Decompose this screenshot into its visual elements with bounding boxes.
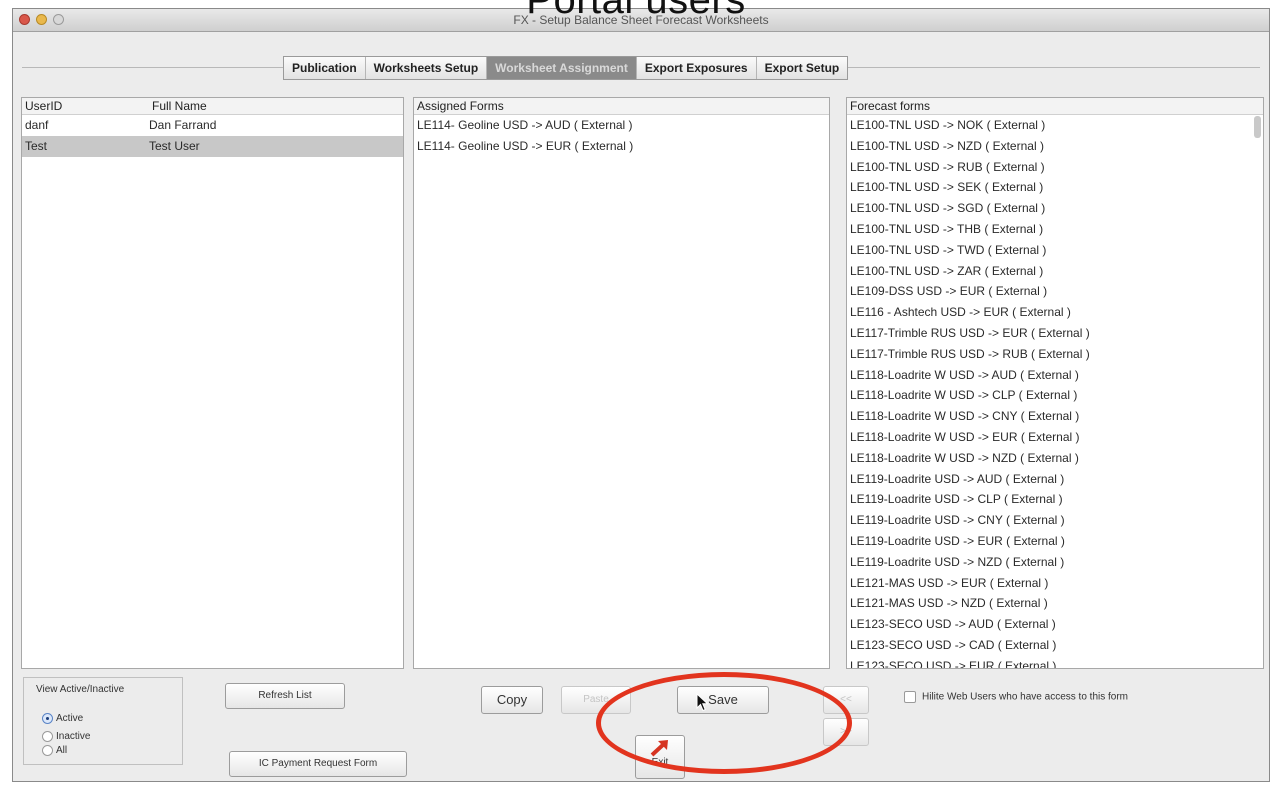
forecast-form-row[interactable]: LE100-TNL USD -> RUB ( External ) xyxy=(847,157,1263,178)
forecast-form-row[interactable]: LE118-Loadrite W USD -> NZD ( External ) xyxy=(847,448,1263,469)
radio-inactive[interactable]: Inactive xyxy=(42,730,90,744)
userid-column-header[interactable]: UserID xyxy=(22,98,152,114)
refresh-list-button[interactable]: Refresh List xyxy=(225,683,345,709)
radio-all[interactable]: All xyxy=(42,744,67,758)
app-window: FX - Setup Balance Sheet Forecast Worksh… xyxy=(12,8,1270,782)
tab-worksheet-assignment[interactable]: Worksheet Assignment xyxy=(487,57,637,79)
assigned-form-row[interactable]: LE114- Geoline USD -> EUR ( External ) xyxy=(414,136,829,157)
forecast-form-row[interactable]: LE118-Loadrite W USD -> AUD ( External ) xyxy=(847,365,1263,386)
forecast-form-row[interactable]: LE117-Trimble RUS USD -> EUR ( External … xyxy=(847,323,1263,344)
user-id-cell: Test xyxy=(25,138,48,153)
move-left-button[interactable]: << xyxy=(823,686,869,714)
user-row-danf[interactable]: danf Dan Farrand xyxy=(22,115,403,136)
forecast-form-row[interactable]: LE100-TNL USD -> NZD ( External ) xyxy=(847,136,1263,157)
assigned-forms-list: Assigned Forms LE114- Geoline USD -> AUD… xyxy=(413,97,830,669)
save-button[interactable]: Save xyxy=(677,686,769,714)
exit-arrow-icon xyxy=(650,740,668,757)
forecast-form-row[interactable]: LE121-MAS USD -> NZD ( External ) xyxy=(847,593,1263,614)
forecast-form-row[interactable]: LE100-TNL USD -> TWD ( External ) xyxy=(847,240,1263,261)
users-list-header: UserID Full Name xyxy=(22,98,403,115)
radio-inactive-indicator[interactable] xyxy=(42,730,53,742)
forecast-form-row[interactable]: LE119-Loadrite USD -> CLP ( External ) xyxy=(847,489,1263,510)
forecast-form-row[interactable]: LE109-DSS USD -> EUR ( External ) xyxy=(847,281,1263,302)
bottom-controls: View Active/Inactive Active Inactive All… xyxy=(13,669,1269,783)
paste-button[interactable]: Paste xyxy=(561,686,631,714)
forecast-form-row[interactable]: LE123-SECO USD -> AUD ( External ) xyxy=(847,614,1263,635)
move-right-button[interactable]: >> xyxy=(823,718,869,746)
tab-publication[interactable]: Publication xyxy=(284,57,366,79)
tab-worksheets-setup[interactable]: Worksheets Setup xyxy=(366,57,488,79)
hilite-checkbox-label: Hilite Web Users who have access to this… xyxy=(922,691,1129,703)
user-id-cell: danf xyxy=(25,118,49,132)
radio-active-indicator[interactable] xyxy=(42,712,53,724)
hilite-checkbox-box[interactable] xyxy=(904,691,916,703)
users-list: UserID Full Name danf Dan Farrand Test Test… xyxy=(21,97,404,669)
view-active-inactive-group: View Active/Inactive Active Inactive All xyxy=(23,677,183,765)
forecast-form-row[interactable]: LE100-TNL USD -> ZAR ( External ) xyxy=(847,261,1263,282)
forecast-form-row[interactable]: LE117-Trimble RUS USD -> RUB ( External … xyxy=(847,344,1263,365)
forecast-form-row[interactable]: LE123-SECO USD -> EUR ( External ) xyxy=(847,656,1263,668)
copy-button[interactable]: Copy xyxy=(481,686,543,714)
forecast-form-row[interactable]: LE100-TNL USD -> NOK ( External ) xyxy=(847,115,1263,136)
forecast-form-row[interactable]: LE119-Loadrite USD -> AUD ( External ) xyxy=(847,469,1263,490)
forecast-form-row[interactable]: LE100-TNL USD -> THB ( External ) xyxy=(847,219,1263,240)
exit-label: Exit xyxy=(651,757,669,768)
forecast-scrollbar-thumb[interactable] xyxy=(1254,116,1261,138)
forecast-form-row[interactable]: LE119-Loadrite USD -> NZD ( External ) xyxy=(847,552,1263,573)
assigned-form-row[interactable]: LE114- Geoline USD -> AUD ( External ) xyxy=(414,115,829,136)
radio-all-indicator[interactable] xyxy=(42,744,53,756)
user-fullname-cell: Dan Farrand xyxy=(149,118,217,132)
mouse-pointer-icon xyxy=(696,693,709,712)
tab-bar: Publication Worksheets Setup Worksheet A… xyxy=(283,56,849,80)
assigned-forms-header: Assigned Forms xyxy=(414,98,829,115)
radio-active[interactable]: Active xyxy=(42,712,83,726)
ic-payment-request-form-button[interactable]: IC Payment Request Form xyxy=(229,751,407,777)
forecast-form-row[interactable]: LE100-TNL USD -> SEK ( External ) xyxy=(847,177,1263,198)
radio-all-label: All xyxy=(56,745,68,756)
forecast-form-row[interactable]: LE123-SECO USD -> CAD ( External ) xyxy=(847,635,1263,656)
radio-inactive-label: Inactive xyxy=(56,731,91,742)
exit-button[interactable]: Exit xyxy=(635,735,685,779)
forecast-form-row[interactable]: LE119-Loadrite USD -> EUR ( External ) xyxy=(847,531,1263,552)
tab-export-exposures[interactable]: Export Exposures xyxy=(637,57,757,79)
tab-export-setup[interactable]: Export Setup xyxy=(757,57,848,79)
forecast-form-row[interactable]: LE118-Loadrite W USD -> CLP ( External ) xyxy=(847,385,1263,406)
forecast-forms-header: Forecast forms xyxy=(847,98,1263,115)
forecast-form-row[interactable]: LE100-TNL USD -> SGD ( External ) xyxy=(847,198,1263,219)
forecast-form-row[interactable]: LE119-Loadrite USD -> CNY ( External ) xyxy=(847,510,1263,531)
user-fullname-cell: Test User xyxy=(149,138,200,153)
radio-active-label: Active xyxy=(56,713,84,724)
hilite-web-users-checkbox[interactable]: Hilite Web Users who have access to this… xyxy=(904,691,1128,703)
forecast-form-row[interactable]: LE121-MAS USD -> EUR ( External ) xyxy=(847,573,1263,594)
fullname-column-header[interactable]: Full Name xyxy=(152,98,207,114)
overlay-title: Portal users xyxy=(526,0,746,22)
user-row-test[interactable]: Test Test User xyxy=(22,135,403,157)
forecast-form-row[interactable]: LE118-Loadrite W USD -> CNY ( External ) xyxy=(847,406,1263,427)
forecast-form-row[interactable]: LE118-Loadrite W USD -> EUR ( External ) xyxy=(847,427,1263,448)
forecast-form-row[interactable]: LE116 - Ashtech USD -> EUR ( External ) xyxy=(847,302,1263,323)
forecast-forms-list: Forecast forms LE100-TNL USD -> NOK ( Ex… xyxy=(846,97,1264,669)
view-active-inactive-label: View Active/Inactive xyxy=(36,684,125,695)
